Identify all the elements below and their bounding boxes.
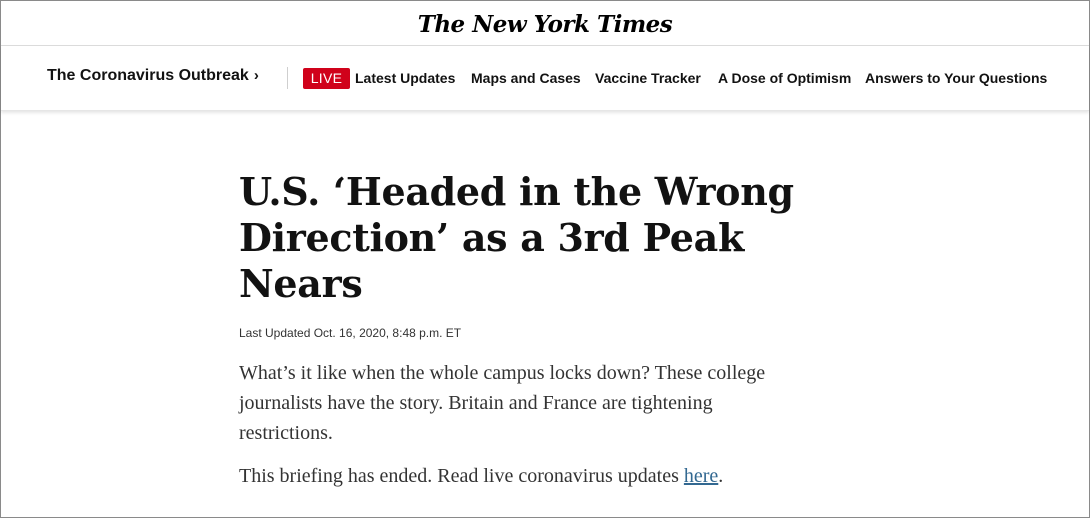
nav-link-dose-of-optimism[interactable]: A Dose of Optimism [718, 70, 851, 86]
nav-link-answers[interactable]: Answers to Your Questions [865, 70, 1047, 86]
section-title-label: The Coronavirus Outbreak [47, 67, 249, 84]
nav-link-maps-and-cases[interactable]: Maps and Cases [471, 70, 581, 86]
nav-divider [287, 67, 288, 89]
section-nav-bar: The Coronavirus Outbreak › LIVE Latest Up… [1, 46, 1089, 111]
briefing-ended-period: . [718, 465, 724, 487]
article-headline: U.S. ‘Headed in the Wrong Direction’ as … [239, 169, 794, 306]
chevron-right-icon: › [253, 67, 259, 84]
live-updates-here-link[interactable]: here [684, 465, 718, 487]
article-main: U.S. ‘Headed in the Wrong Direction’ as … [239, 169, 839, 491]
masthead: The New York Times [1, 1, 1089, 46]
briefing-ended-note: This briefing has ended. Read live coron… [239, 461, 839, 491]
nav-link-latest-updates[interactable]: Latest Updates [355, 70, 455, 86]
briefing-ended-text: This briefing has ended. Read live coron… [239, 465, 684, 487]
nav-link-vaccine-tracker[interactable]: Vaccine Tracker [595, 70, 701, 86]
last-updated-timestamp: Last Updated Oct. 16, 2020, 8:48 p.m. ET [239, 326, 462, 340]
live-badge: LIVE [303, 68, 350, 89]
section-title-link[interactable]: The Coronavirus Outbreak › [47, 67, 259, 85]
nyt-logo[interactable]: The New York Times [418, 11, 673, 38]
article-summary: What’s it like when the whole campus loc… [239, 362, 766, 444]
